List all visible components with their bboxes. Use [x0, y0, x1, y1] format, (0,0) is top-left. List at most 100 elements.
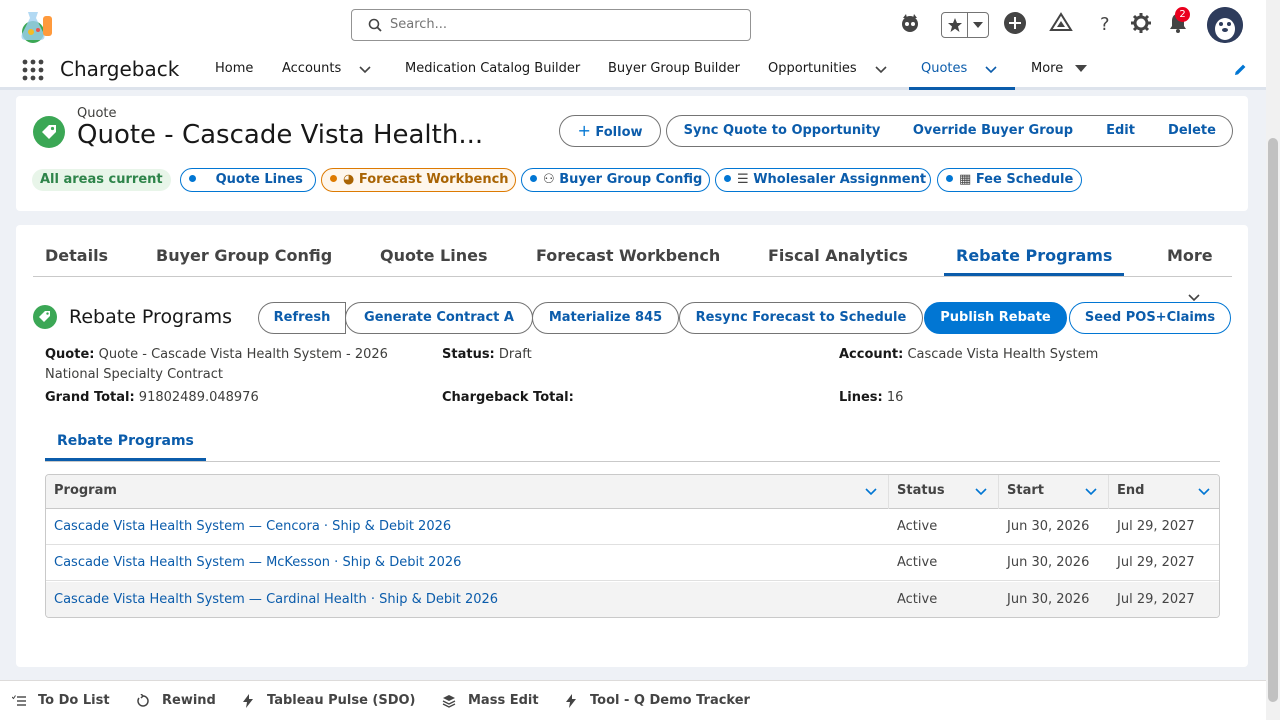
- setup-gear-icon[interactable]: [1129, 11, 1153, 35]
- favorites-button[interactable]: [941, 12, 989, 38]
- quotes-chevron-down-icon[interactable]: [984, 63, 998, 77]
- table-header: Program Status Start End: [46, 475, 1219, 509]
- tab-fiscal-analytics[interactable]: Fiscal Analytics: [768, 246, 908, 276]
- chip-label: Buyer Group Config: [559, 172, 703, 187]
- chip-forecast-workbench[interactable]: ◕ Forecast Workbench: [321, 168, 516, 192]
- column-label: Program: [54, 483, 117, 498]
- chip-quote-lines[interactable]: Quote Lines: [180, 168, 316, 192]
- trailhead-icon[interactable]: [1049, 11, 1073, 35]
- column-menu-chevron-icon[interactable]: [1084, 485, 1098, 499]
- program-link[interactable]: Cascade Vista Health System — Cardinal H…: [46, 582, 498, 617]
- program-link[interactable]: Cascade Vista Health System — Cencora · …: [46, 509, 451, 545]
- tab-details[interactable]: Details: [45, 246, 108, 276]
- more-caret-down-icon[interactable]: [1075, 64, 1087, 74]
- materialize-845-button[interactable]: Materialize 845: [532, 302, 679, 334]
- status-dot-icon: [330, 175, 337, 182]
- field-value: Cascade Vista Health System: [907, 347, 1099, 362]
- tab-rebate-programs[interactable]: Rebate Programs: [944, 246, 1124, 276]
- refresh-button[interactable]: Refresh: [258, 302, 346, 334]
- status-cell: Active: [897, 555, 938, 570]
- field-status: Status: Draft: [442, 345, 532, 365]
- global-search-input[interactable]: Search...: [351, 9, 751, 41]
- nav-item-quotes[interactable]: Quotes: [909, 50, 1015, 90]
- utility-rewind[interactable]: Rewind: [136, 681, 216, 720]
- field-label: Quote:: [45, 347, 95, 362]
- chip-buyer-group-config[interactable]: ⚇ Buyer Group Config: [521, 168, 710, 192]
- nav-item-more[interactable]: More: [1031, 50, 1063, 90]
- tab-forecast-workbench[interactable]: Forecast Workbench: [536, 246, 720, 276]
- tab-quote-lines[interactable]: Quote Lines: [380, 246, 488, 276]
- tab-more[interactable]: More: [1167, 246, 1213, 276]
- override-buyer-group-button[interactable]: Override Buyer Group: [897, 115, 1090, 147]
- app-name: Chargeback: [60, 57, 180, 81]
- table-row: Cascade Vista Health System — Cardinal H…: [46, 582, 1219, 617]
- edit-button[interactable]: Edit: [1089, 115, 1153, 147]
- chip-label: Forecast Workbench: [358, 172, 509, 187]
- column-label: End: [1117, 483, 1145, 498]
- field-quote: Quote: Quote - Cascade Vista Health Syst…: [45, 345, 425, 385]
- accounts-chevron-down-icon[interactable]: [358, 63, 372, 77]
- opportunities-chevron-down-icon[interactable]: [874, 63, 888, 77]
- einstein-agent-icon[interactable]: [898, 11, 922, 35]
- program-link[interactable]: Cascade Vista Health System — McKesson ·…: [46, 545, 461, 581]
- chevron-down-icon: [973, 22, 983, 28]
- edit-nav-pencil-icon[interactable]: [1233, 63, 1247, 77]
- follow-button[interactable]: + Follow: [559, 115, 661, 147]
- utility-mass-edit[interactable]: Mass Edit: [442, 681, 539, 720]
- utility-todo-list[interactable]: To Do List: [12, 681, 110, 720]
- page-scrollbar-thumb[interactable]: [1268, 138, 1278, 702]
- chip-wholesaler-assignment[interactable]: ☰ Wholesaler Assignment: [715, 168, 931, 192]
- column-label: Status: [897, 483, 945, 498]
- list-icon: ☰: [737, 172, 749, 187]
- start-date-cell: Jun 30, 2026: [1007, 592, 1090, 607]
- utility-q-demo-tracker[interactable]: Tool - Q Demo Tracker: [564, 681, 750, 720]
- section-title: Rebate Programs: [69, 306, 232, 328]
- rebate-section-icon: [33, 305, 57, 329]
- record-header-card: [16, 96, 1248, 211]
- status-dot-icon: [189, 175, 196, 182]
- column-menu-chevron-icon[interactable]: [1197, 485, 1211, 499]
- app-launcher-waffle-icon[interactable]: [22, 59, 44, 81]
- seed-pos-claims-button[interactable]: Seed POS+Claims: [1069, 302, 1231, 334]
- tab-buyer-group-config[interactable]: Buyer Group Config: [156, 246, 332, 276]
- subtab-rebate-programs[interactable]: Rebate Programs: [45, 431, 206, 461]
- column-menu-chevron-icon[interactable]: [974, 485, 988, 499]
- generate-contract-a-button[interactable]: Generate Contract A: [345, 302, 533, 334]
- svg-text:?: ?: [1100, 14, 1110, 35]
- column-header-end[interactable]: End: [1109, 475, 1219, 509]
- field-label: Account:: [839, 347, 904, 362]
- global-header: Search... ? 2: [0, 0, 1266, 50]
- delete-button[interactable]: Delete: [1152, 115, 1233, 147]
- nav-item-buyer-group-builder[interactable]: Buyer Group Builder: [608, 50, 740, 90]
- all-areas-current-badge: All areas current: [32, 169, 171, 191]
- utility-label: Tool - Q Demo Tracker: [590, 693, 750, 708]
- column-label: Start: [1007, 483, 1044, 498]
- chip-label: Wholesaler Assignment: [753, 172, 927, 187]
- column-header-program[interactable]: Program: [46, 475, 889, 509]
- nav-item-medication-catalog-builder[interactable]: Medication Catalog Builder: [405, 50, 580, 90]
- resync-forecast-to-schedule-button[interactable]: Resync Forecast to Schedule: [679, 302, 923, 334]
- utility-bar: To Do List Rewind Tableau Pulse (SDO) Ma…: [0, 680, 1266, 720]
- end-date-cell: Jul 29, 2027: [1117, 592, 1195, 607]
- column-menu-chevron-icon[interactable]: [864, 485, 878, 499]
- quote-record-icon: [33, 116, 65, 148]
- nav-item-home[interactable]: Home: [215, 50, 253, 90]
- user-avatar[interactable]: [1207, 7, 1243, 43]
- lightning-bolt-icon: [566, 694, 576, 708]
- column-header-start[interactable]: Start: [999, 475, 1109, 509]
- utility-label: Mass Edit: [468, 693, 539, 708]
- chip-fee-schedule[interactable]: ▦ Fee Schedule: [937, 168, 1082, 192]
- help-icon[interactable]: ?: [1093, 11, 1117, 35]
- utility-tableau-pulse[interactable]: Tableau Pulse (SDO): [241, 681, 416, 720]
- end-date-cell: Jul 29, 2027: [1117, 555, 1195, 570]
- nav-item-opportunities[interactable]: Opportunities: [768, 50, 857, 90]
- column-header-status[interactable]: Status: [889, 475, 999, 509]
- sync-quote-to-opportunity-button[interactable]: Sync Quote to Opportunity: [666, 115, 898, 147]
- global-actions-icon[interactable]: [1003, 11, 1027, 35]
- field-value: Draft: [498, 347, 532, 362]
- table-row: Cascade Vista Health System — Cencora · …: [46, 509, 1219, 545]
- nav-item-accounts[interactable]: Accounts: [282, 50, 341, 90]
- publish-rebate-button[interactable]: Publish Rebate: [924, 302, 1067, 334]
- table-row: Cascade Vista Health System — McKesson ·…: [46, 545, 1219, 581]
- app-logo-icon[interactable]: [16, 8, 56, 44]
